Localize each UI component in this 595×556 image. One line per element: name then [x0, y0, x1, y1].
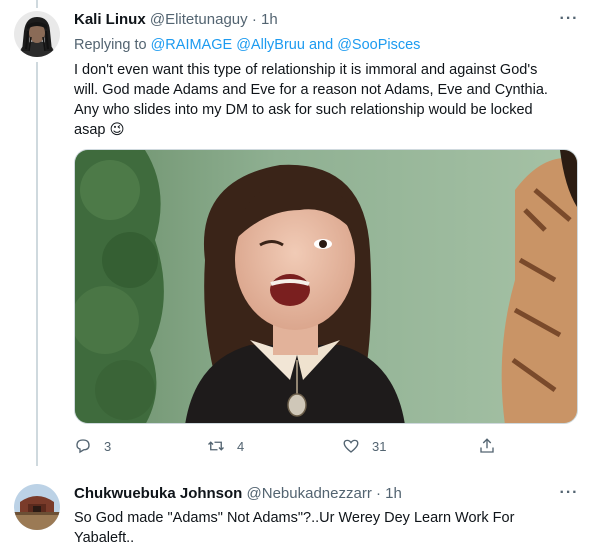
avatar[interactable]	[14, 484, 60, 530]
reply-button[interactable]: 3	[74, 432, 111, 460]
tweet-actions: 3 4 31	[74, 432, 578, 460]
author-name[interactable]: Chukwuebuka Johnson	[74, 485, 242, 502]
heart-icon	[343, 439, 359, 453]
more-options-button[interactable]: ···	[560, 484, 578, 502]
more-horizontal-icon: ···	[559, 10, 579, 27]
tweet-text-line-2: will. God made Adams and Eve for a reaso…	[74, 82, 548, 98]
header-separator: ·	[251, 11, 257, 28]
timestamp[interactable]: 1h	[385, 485, 402, 502]
retweet-button[interactable]: 4	[207, 432, 244, 460]
tweet-text-line-3: Any who slides into my DM to ask for suc…	[74, 102, 533, 118]
timestamp[interactable]: 1h	[261, 11, 278, 28]
author-handle[interactable]: @Elitetunaguy	[150, 11, 248, 28]
tweet-text-line-1: So God made "Adams" Not Adams"?..Ur Were…	[74, 510, 515, 526]
header-separator: ·	[376, 485, 381, 502]
like-count: 31	[372, 438, 387, 454]
more-horizontal-icon: ···	[559, 484, 579, 501]
reply-bubble-icon	[76, 439, 90, 454]
reply-count: 3	[104, 438, 112, 454]
share-button[interactable]	[478, 432, 508, 460]
replying-to-label: Replying to	[74, 37, 147, 53]
tweet-kali-linux[interactable]: Kali Linux @Elitetunaguy · 1h ··· Replyi…	[0, 0, 595, 466]
tweet-text-line-2: Yabaleft..	[74, 530, 135, 546]
tweet-header: Chukwuebuka Johnson @Nebukadnezzarr · 1h	[74, 485, 402, 502]
replying-to: Replying to @RAIMAGE @AllyBruu and @SooP…	[74, 37, 420, 53]
meme-photo	[75, 150, 577, 423]
mention-link-raimage[interactable]: @RAIMAGE	[151, 37, 233, 53]
share-upload-icon	[480, 438, 494, 453]
author-name[interactable]: Kali Linux	[74, 11, 146, 28]
and-label: and	[308, 37, 334, 53]
tweet-text: So God made "Adams" Not Adams"?..Ur Were…	[74, 508, 514, 548]
tweet-text: I don't even want this type of relations…	[74, 60, 548, 140]
avatar[interactable]	[14, 11, 60, 57]
tweet-text-line-4: asap 😉	[74, 120, 548, 140]
tweet-chukwuebuka-johnson[interactable]: Chukwuebuka Johnson @Nebukadnezzarr · 1h…	[0, 466, 595, 556]
retweet-arrows-icon	[208, 441, 224, 451]
like-button[interactable]: 31	[342, 432, 386, 460]
retweet-count: 4	[237, 438, 245, 454]
tweet-text-line-1: I don't even want this type of relations…	[74, 62, 538, 78]
mention-link-soopisces[interactable]: @SooPisces	[337, 37, 420, 53]
more-options-button[interactable]: ···	[560, 10, 578, 28]
tweet-header: Kali Linux @Elitetunaguy · 1h	[74, 11, 278, 28]
mention-link-allybruu[interactable]: @AllyBruu	[236, 37, 305, 53]
tweet-text-line-4-text: asap	[74, 122, 106, 138]
tweet-image[interactable]	[74, 149, 578, 424]
author-handle[interactable]: @Nebukadnezzarr	[247, 485, 372, 502]
wink-emoji: 😉	[109, 122, 125, 138]
